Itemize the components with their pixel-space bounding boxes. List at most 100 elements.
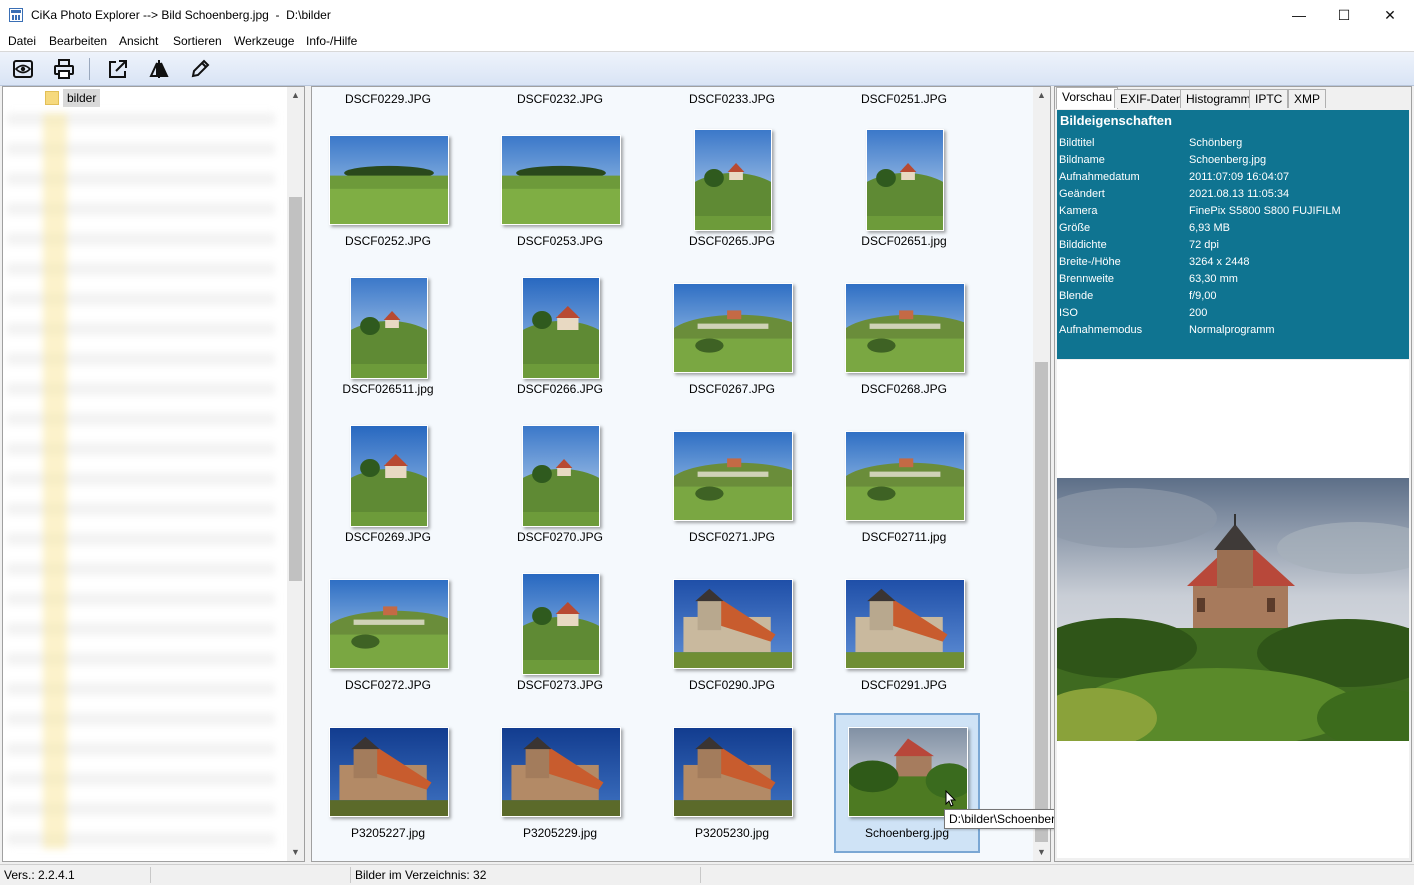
thumbnail-label[interactable]: DSCF0291.JPG [831,678,977,692]
folder-tree[interactable]: bilder ▲ ▼ [2,86,305,862]
property-value: 72 dpi [1189,239,1219,251]
tab-vorschau[interactable]: Vorschau [1056,87,1119,109]
thumbnail-image[interactable] [848,129,962,243]
menu-info-hilfe[interactable]: Info-/Hilfe [306,34,357,48]
thumbnail-item[interactable]: DSCF0267.JPG [659,269,810,409]
property-row: Kamera FinePix S5800 S800 FUJIFILM [1059,205,1407,222]
edit-button[interactable] [189,58,211,80]
tree-scroll-thumb[interactable] [289,197,302,581]
grid-scrollbar[interactable]: ▲ ▼ [1033,87,1050,861]
thumbnail-item[interactable]: DSCF0273.JPG [487,565,633,705]
thumbnail-item[interactable]: DSCF0265.JPG [659,121,805,261]
thumbnail-photo [674,728,792,816]
thumbnail-image[interactable] [668,431,810,521]
thumbnail-label[interactable]: DSCF0272.JPG [315,678,461,692]
thumbnail-item[interactable]: DSCF0270.JPG [487,417,633,557]
thumbnail-item[interactable]: P3205230.jpg [659,713,805,853]
property-row: Brennweite 63,30 mm [1059,273,1407,290]
thumbnail-label[interactable]: DSCF0252.JPG [315,234,461,248]
thumbnail-item[interactable]: DSCF0290.JPG [659,565,805,705]
chevron-down-icon[interactable]: ▼ [287,844,304,861]
thumbnail-image[interactable] [332,277,446,391]
thumbnail-image[interactable] [840,283,982,373]
thumbnail-label[interactable]: DSCF0267.JPG [659,382,805,396]
thumbnail-label[interactable]: DSCF0269.JPG [315,530,461,544]
thumbnail-image[interactable] [329,727,449,817]
thumbnail-label[interactable]: DSCF0273.JPG [487,678,633,692]
print-button[interactable] [53,58,75,80]
thumbnail-item[interactable]: DSCF0272.JPG [315,565,466,705]
thumbnail-item[interactable]: DSCF0269.JPG [315,417,461,557]
thumbnail-item[interactable]: DSCF0271.JPG [659,417,810,557]
maximize-button[interactable]: ☐ [1321,0,1367,31]
thumbnail-image[interactable] [329,135,449,225]
thumbnail-label[interactable]: DSCF0268.JPG [831,382,977,396]
thumbnail-item[interactable]: DSCF02651.jpg [831,121,977,261]
thumbnail-item[interactable]: DSCF0291.JPG [831,565,977,705]
menu-datei[interactable]: Datei [8,34,36,48]
pencil-icon [191,59,210,78]
thumbnail-label[interactable]: DSCF02651.jpg [831,234,977,248]
minimize-button[interactable]: — [1276,0,1322,31]
open-external-button[interactable] [107,58,129,80]
thumbnail-image[interactable] [501,727,621,817]
thumbnail-image[interactable] [673,727,793,817]
image-count-text: Bilder im Verzeichnis: 32 [355,868,487,882]
thumbnail-label[interactable]: DSCF0229.JPG [315,92,461,106]
thumbnail-item[interactable]: DSCF0253.JPG [487,121,633,261]
thumbnail-photo [332,426,446,539]
thumbnail-item[interactable]: DSCF02711.jpg [831,417,982,557]
thumbnail-label[interactable]: DSCF026511.jpg [315,382,461,396]
thumbnail-label[interactable]: DSCF0265.JPG [659,234,805,248]
thumbnail-item[interactable]: P3205227.jpg [315,713,461,853]
thumbnail-image[interactable] [504,425,618,539]
thumbnail-grid[interactable]: ▲ ▼ DSCF0229.JPG DSCF0232.JPG DSCF0233.JPG… [311,86,1051,862]
thumbnail-label[interactable]: DSCF02711.jpg [831,530,977,544]
tree-item-bilder[interactable]: bilder [63,89,101,107]
thumbnail-label[interactable]: DSCF0232.JPG [487,92,633,106]
thumbnail-image[interactable] [676,129,790,243]
chevron-up-icon[interactable]: ▲ [1033,87,1050,104]
tab-exif-daten[interactable]: EXIF-Daten [1114,89,1189,108]
thumbnail-item[interactable]: DSCF0266.JPG [487,269,633,409]
menu-sortieren[interactable]: Sortieren [173,34,222,48]
thumbnail-image[interactable] [673,579,793,669]
view-button[interactable] [12,58,34,80]
thumbnail-image[interactable] [504,573,618,687]
thumbnail-image[interactable] [501,135,621,225]
chevron-up-icon[interactable]: ▲ [287,87,304,104]
menu-bearbeiten[interactable]: Bearbeiten [49,34,107,48]
tab-histogramm[interactable]: Histogramm [1180,89,1257,108]
thumbnail-label[interactable]: DSCF0253.JPG [487,234,633,248]
thumbnail-item[interactable]: DSCF0268.JPG [831,269,982,409]
thumbnail-label[interactable]: P3205229.jpg [487,826,633,840]
thumbnail-label[interactable]: DSCF0251.JPG [831,92,977,106]
thumbnail-label[interactable]: DSCF0233.JPG [659,92,805,106]
thumbnail-label[interactable]: P3205227.jpg [315,826,461,840]
thumbnail-item[interactable]: DSCF026511.jpg [315,269,461,409]
tree-scrollbar[interactable]: ▲ ▼ [287,87,304,861]
tab-iptc[interactable]: IPTC [1249,89,1289,108]
compare-button[interactable] [148,58,170,80]
menu-ansicht[interactable]: Ansicht [119,34,158,48]
thumbnail-label[interactable]: P3205230.jpg [659,826,805,840]
thumbnail-image[interactable] [840,431,982,521]
thumbnail-item[interactable]: Schoenberg.jpg [834,713,980,853]
thumbnail-label[interactable]: DSCF0271.JPG [659,530,805,544]
thumbnail-item[interactable]: P3205229.jpg [487,713,633,853]
grid-scroll-thumb[interactable] [1035,362,1048,842]
thumbnail-photo [840,432,982,520]
thumbnail-label[interactable]: DSCF0290.JPG [659,678,805,692]
menu-werkzeuge[interactable]: Werkzeuge [234,34,294,48]
thumbnail-image[interactable] [324,579,466,669]
thumbnail-image[interactable] [845,579,965,669]
close-button[interactable]: ✕ [1367,0,1413,31]
chevron-down-icon[interactable]: ▼ [1033,844,1050,861]
thumbnail-image[interactable] [668,283,810,373]
thumbnail-item[interactable]: DSCF0252.JPG [315,121,461,261]
thumbnail-label[interactable]: DSCF0270.JPG [487,530,633,544]
thumbnail-image[interactable] [504,277,618,391]
thumbnail-label[interactable]: DSCF0266.JPG [487,382,633,396]
tab-xmp[interactable]: XMP [1288,89,1327,108]
thumbnail-image[interactable] [332,425,446,539]
